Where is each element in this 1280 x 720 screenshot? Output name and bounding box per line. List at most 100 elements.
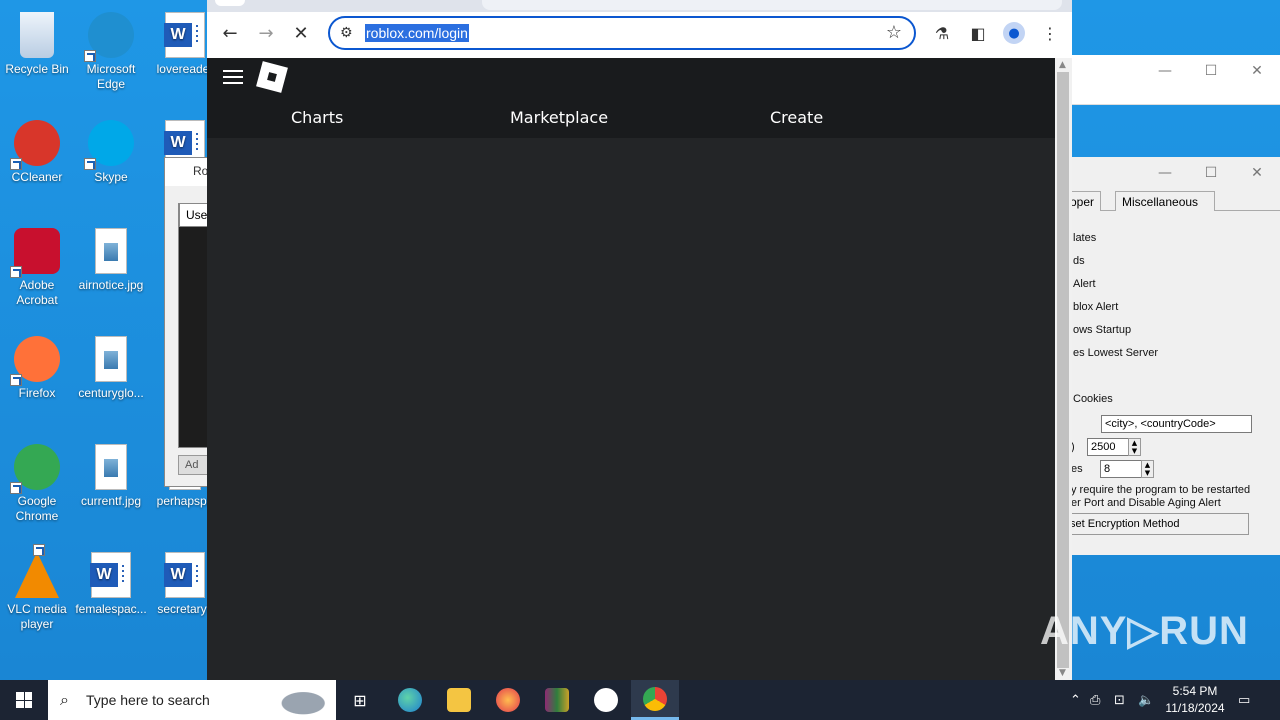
desktop-icon-label: currentf.jpg bbox=[80, 494, 142, 508]
minimize-icon[interactable]: — bbox=[1142, 55, 1188, 87]
tab-miscellaneous[interactable]: Miscellaneous bbox=[1115, 191, 1215, 211]
profile-avatar-icon[interactable]: ● bbox=[1003, 22, 1025, 44]
clock[interactable]: 5:54 PM 11/18/2024 bbox=[1160, 683, 1230, 717]
scroll-thumb[interactable] bbox=[1057, 72, 1069, 668]
url-text[interactable]: roblox.com/login bbox=[365, 24, 469, 42]
checkbox-label[interactable]: lates bbox=[1073, 232, 1096, 244]
word-doc-icon bbox=[164, 12, 205, 58]
site-info-icon[interactable]: ⚙ bbox=[340, 25, 353, 41]
forward-icon[interactable]: → bbox=[253, 20, 279, 46]
desktop-icon-label: Microsoft Edge bbox=[86, 62, 136, 91]
address-bar[interactable]: ⚙ roblox.com/login ☆ bbox=[328, 16, 916, 50]
desktop-icon[interactable]: Recycle Bin bbox=[0, 6, 74, 77]
nav-marketplace[interactable]: Marketplace bbox=[510, 108, 608, 127]
notifications-button[interactable]: ▭ bbox=[1238, 680, 1250, 720]
desktop-icon[interactable]: CCleaner bbox=[0, 114, 74, 185]
note-text: er Port and Disable Aging Alert bbox=[1071, 497, 1221, 509]
settings-window: — ☐ ✕ oper Miscellaneous lates ds Alert … bbox=[1063, 157, 1280, 555]
desktop-icon[interactable]: currentf.jpg bbox=[74, 438, 148, 509]
taskbar-file-explorer[interactable] bbox=[435, 680, 483, 720]
desktop-icon[interactable]: Microsoft Edge bbox=[74, 6, 148, 92]
checkbox-label[interactable]: blox Alert bbox=[1073, 301, 1118, 313]
desktop-icon[interactable]: Google Chrome bbox=[0, 438, 74, 524]
checkbox-label[interactable]: ds bbox=[1073, 255, 1085, 267]
hamburger-menu-icon[interactable] bbox=[223, 70, 243, 84]
image-file-icon bbox=[95, 444, 127, 490]
side-panel-icon[interactable]: ◧ bbox=[967, 22, 989, 44]
scroll-up-icon[interactable]: ▲ bbox=[1059, 60, 1066, 70]
taskbar-winrar[interactable] bbox=[533, 680, 581, 720]
number-field[interactable]: 2500 bbox=[1087, 438, 1129, 456]
checkbox-label[interactable]: ows Startup bbox=[1073, 324, 1131, 336]
roblox-page: Charts Marketplace Create bbox=[207, 58, 1055, 680]
start-button[interactable] bbox=[0, 680, 48, 720]
spin-buttons[interactable]: ▲ ▼ bbox=[1141, 460, 1154, 478]
desktop-icon-label: Adobe Acrobat bbox=[16, 278, 58, 307]
chevron-up-icon[interactable]: ⌃ bbox=[1070, 693, 1090, 708]
roblox-logo[interactable] bbox=[256, 61, 288, 93]
number-field[interactable]: 8 bbox=[1100, 460, 1142, 478]
recycle-bin-icon bbox=[20, 12, 54, 58]
desktop-icon[interactable]: airnotice.jpg bbox=[74, 222, 148, 293]
location-field[interactable]: <city>, <countryCode> bbox=[1101, 415, 1252, 433]
chrome-icon bbox=[643, 686, 667, 711]
bookmark-star-icon[interactable]: ☆ bbox=[886, 22, 902, 43]
maximize-icon[interactable]: ☐ bbox=[1188, 157, 1234, 189]
taskbar-edge[interactable] bbox=[386, 680, 434, 720]
spin-buttons[interactable]: ▲ ▼ bbox=[1128, 438, 1141, 456]
back-icon[interactable]: ← bbox=[217, 20, 243, 46]
nav-create[interactable]: Create bbox=[770, 108, 823, 127]
network-icon[interactable]: ⊡ bbox=[1114, 693, 1138, 708]
taskbar-search[interactable]: ⌕ Type here to search bbox=[48, 680, 336, 720]
clock-time: 5:54 PM bbox=[1172, 684, 1218, 698]
folder-icon bbox=[447, 688, 471, 712]
taskbar-roblox-tool[interactable] bbox=[582, 680, 630, 720]
shortcut-arrow-icon bbox=[84, 158, 96, 170]
desktop-icon[interactable]: Skype bbox=[74, 114, 148, 185]
desktop-icon-label: Firefox bbox=[18, 386, 56, 400]
maximize-icon[interactable]: ☐ bbox=[1188, 55, 1234, 87]
word-doc-icon bbox=[90, 552, 131, 598]
image-file-icon bbox=[95, 228, 127, 274]
desktop-icon[interactable]: VLC media player bbox=[0, 544, 74, 632]
shortcut-arrow-icon bbox=[10, 158, 22, 170]
close-icon[interactable]: ✕ bbox=[1234, 157, 1280, 189]
spin-label: es bbox=[1071, 463, 1083, 475]
page-scrollbar[interactable]: ▲ ▼ bbox=[1055, 58, 1072, 680]
search-placeholder: Type here to search bbox=[86, 692, 210, 708]
menu-dots-icon[interactable]: ⋮ bbox=[1039, 22, 1061, 44]
word-doc-icon bbox=[164, 552, 205, 598]
checkbox-label[interactable]: Alert bbox=[1073, 278, 1096, 290]
search-highlight-image bbox=[266, 684, 328, 716]
checkbox-label[interactable]: Cookies bbox=[1073, 393, 1113, 405]
stop-loading-icon[interactable]: ✕ bbox=[288, 20, 314, 46]
firefox-icon bbox=[496, 688, 520, 712]
roblox-header: Charts Marketplace Create bbox=[207, 58, 1055, 138]
desktop-icon-label: Recycle Bin bbox=[5, 62, 69, 76]
device-icon[interactable]: ⎙ bbox=[1090, 693, 1114, 708]
chrome-icon bbox=[10, 444, 60, 494]
desktop-icon[interactable]: centuryglo... bbox=[74, 330, 148, 401]
desktop-icon-label: CCleaner bbox=[11, 170, 63, 184]
desktop-icon[interactable]: femalespac... bbox=[74, 546, 148, 617]
taskbar-firefox[interactable] bbox=[484, 680, 532, 720]
nav-charts[interactable]: Charts bbox=[291, 108, 343, 127]
system-tray: ⌃ ⎙ ⊡ 🔈 bbox=[1070, 680, 1162, 720]
windows-logo-icon bbox=[16, 692, 32, 708]
labs-flask-icon[interactable]: ⚗ bbox=[931, 22, 953, 44]
desktop-icon[interactable]: Firefox bbox=[0, 330, 74, 401]
desktop-icon-label: femalespac... bbox=[75, 602, 147, 616]
desktop-icon[interactable]: Adobe Acrobat bbox=[0, 222, 74, 308]
volume-icon[interactable]: 🔈 bbox=[1138, 693, 1162, 708]
task-view-button[interactable]: ⊞ bbox=[336, 680, 384, 720]
reset-encryption-button[interactable]: set Encryption Method bbox=[1065, 513, 1249, 535]
edge-icon bbox=[84, 12, 134, 62]
scroll-down-icon[interactable]: ▼ bbox=[1059, 668, 1066, 678]
checkbox-label[interactable]: es Lowest Server bbox=[1073, 347, 1158, 359]
chrome-window: ← → ✕ ⚙ roblox.com/login ☆ ⚗ ◧ ● ⋮ Chart… bbox=[207, 0, 1072, 680]
roblox-tool-icon bbox=[594, 688, 618, 712]
close-icon[interactable]: ✕ bbox=[1234, 55, 1280, 87]
ccleaner-icon bbox=[10, 120, 60, 170]
taskbar-chrome[interactable] bbox=[631, 680, 679, 720]
minimize-icon[interactable]: — bbox=[1142, 157, 1188, 189]
